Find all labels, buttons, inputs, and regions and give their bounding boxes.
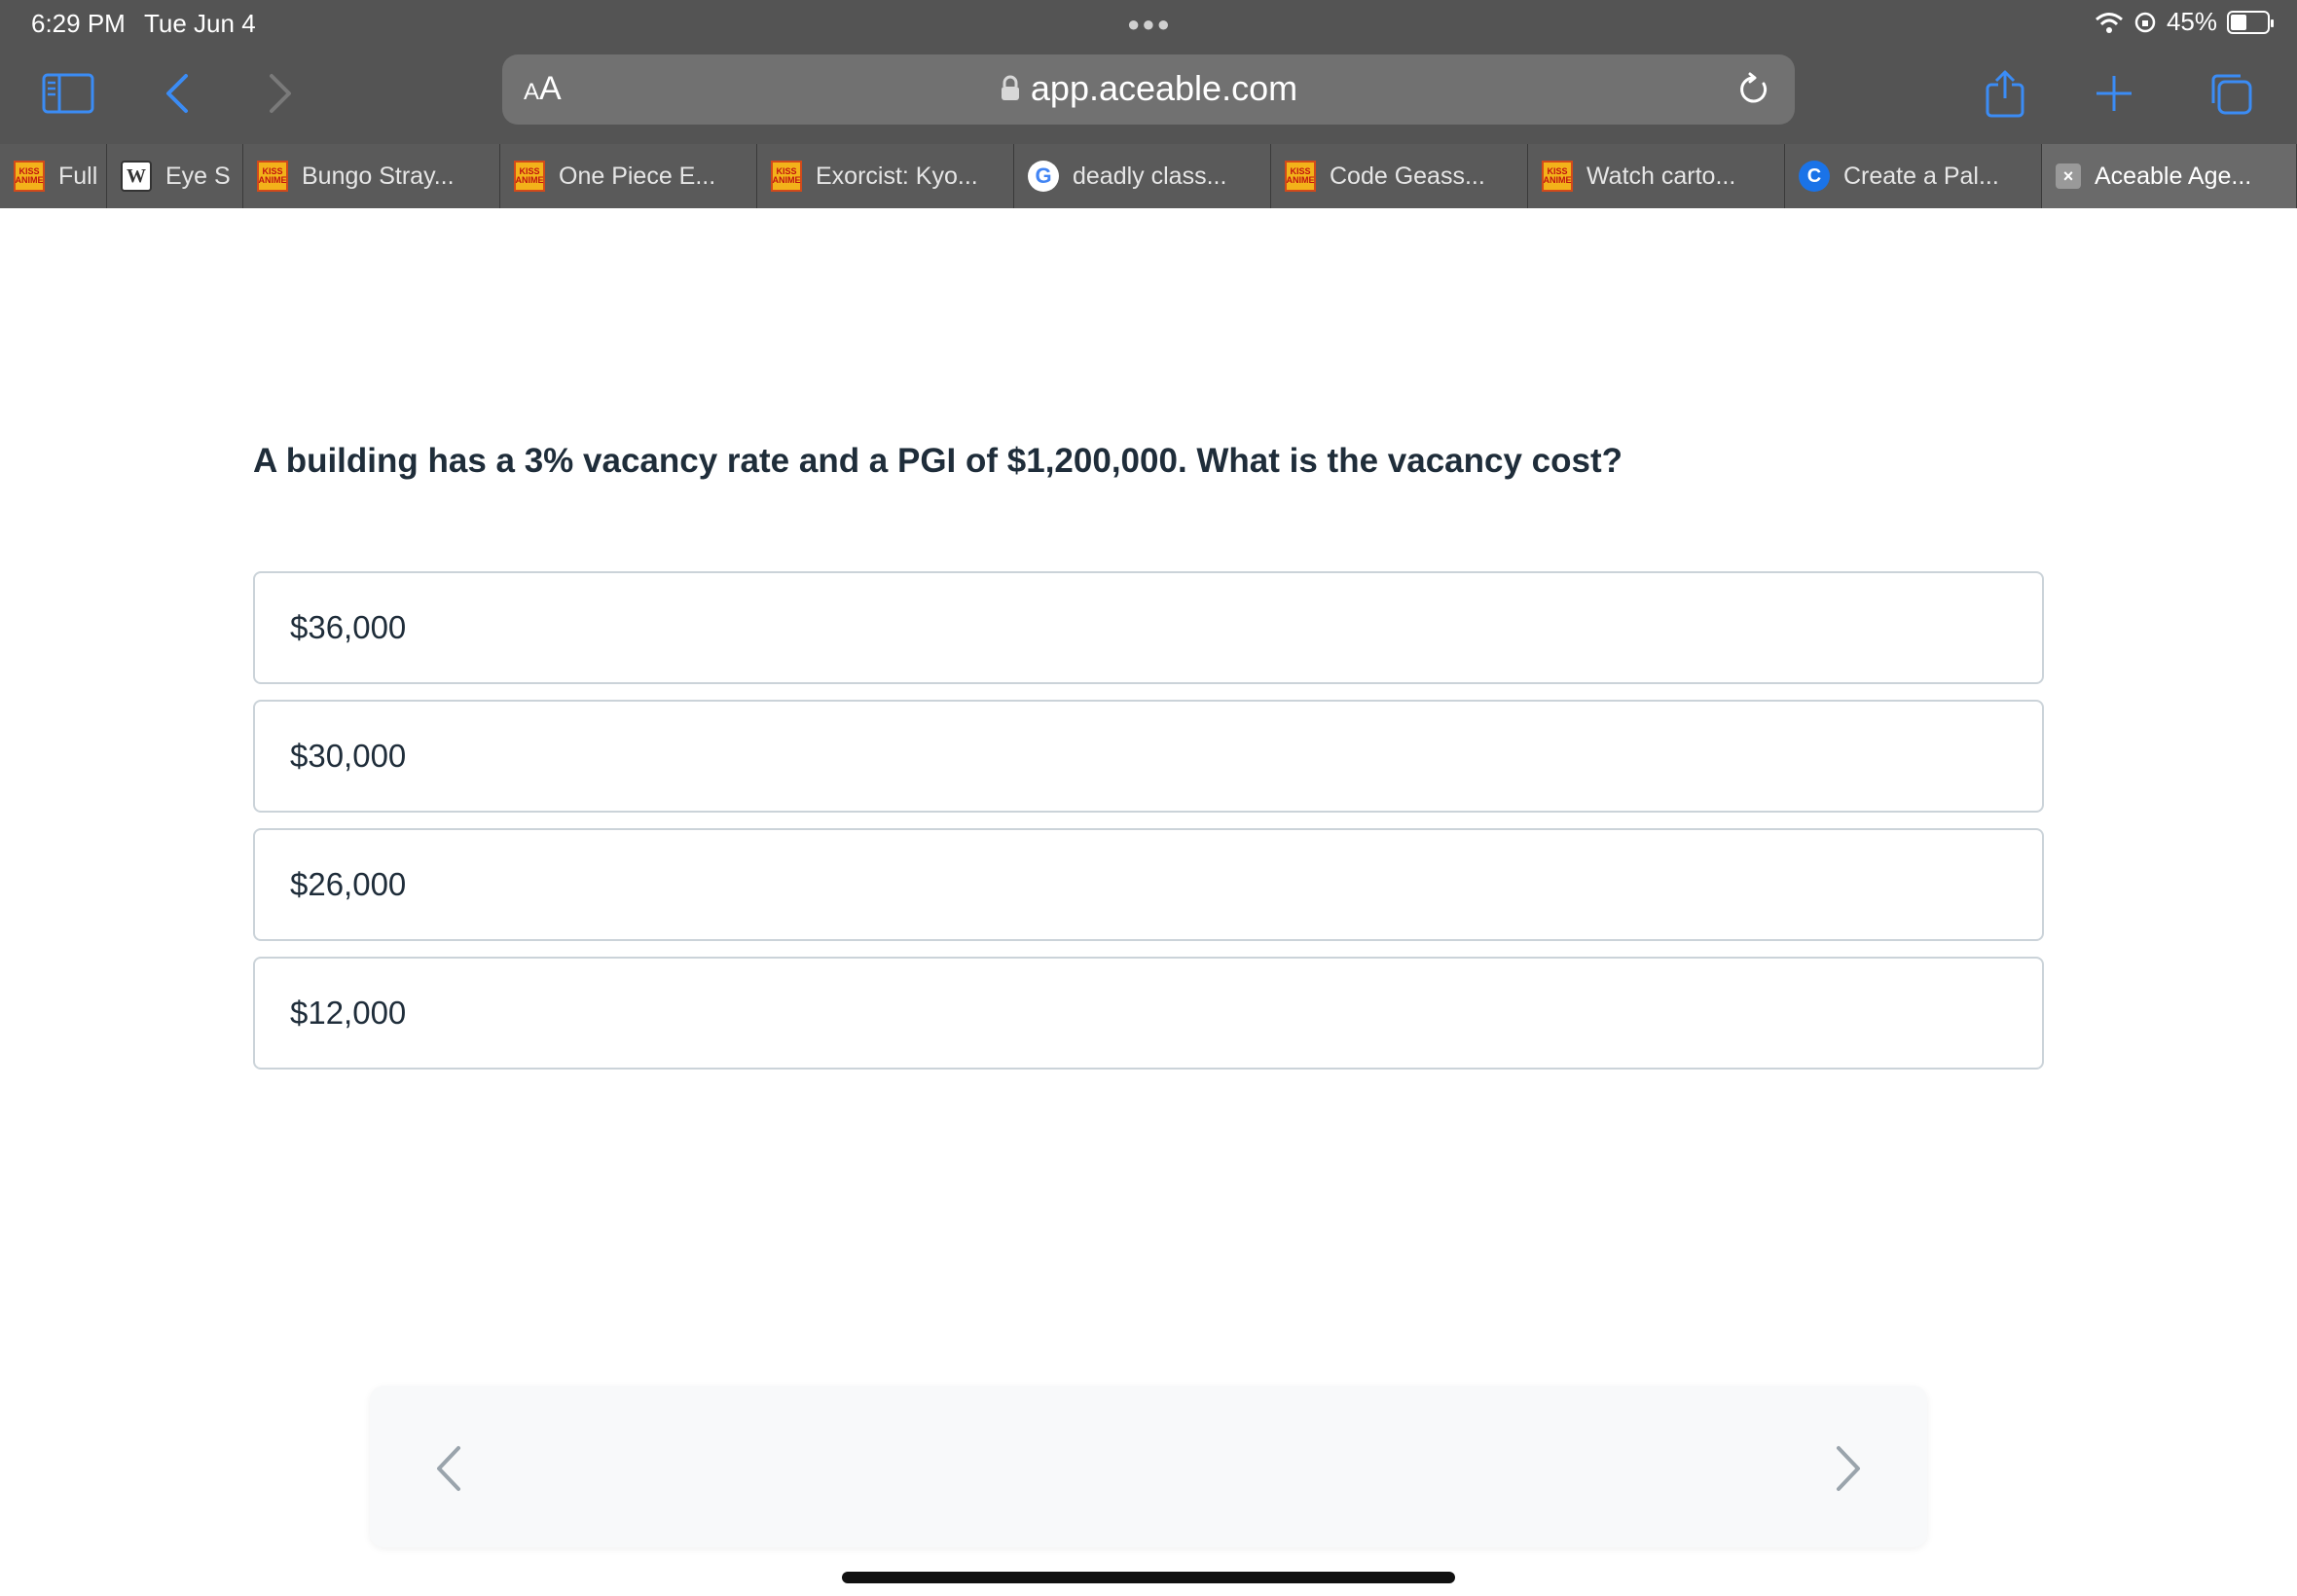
browser-chrome: 6:29 PM Tue Jun 4 ●●● 45% AA app.aceable… (0, 0, 2297, 208)
kissanime-icon: KISS ANIME (771, 161, 802, 192)
answer-option-3[interactable]: $26,000 (253, 828, 2044, 941)
tab-bungo[interactable]: KISS ANIME Bungo Stray... (243, 144, 500, 208)
sidebar-icon (42, 73, 94, 114)
lock-icon (1001, 75, 1019, 100)
url-display[interactable]: app.aceable.com (502, 68, 1795, 109)
back-button[interactable] (148, 64, 206, 123)
w-icon: W (121, 161, 152, 192)
answer-label: $30,000 (290, 738, 407, 774)
answer-label: $36,000 (290, 609, 407, 645)
tab-create-palette[interactable]: C Create a Pal... (1785, 144, 2042, 208)
question-navigation (370, 1386, 1927, 1547)
share-button[interactable] (1976, 64, 2034, 123)
chevron-right-icon (270, 74, 291, 113)
address-bar[interactable]: AA app.aceable.com (502, 54, 1795, 125)
tab-watch-cartoon[interactable]: KISS ANIME Watch carto... (1528, 144, 1785, 208)
multitasking-dots-icon[interactable]: ●●● (1127, 12, 1172, 37)
status-date: Tue Jun 4 (144, 9, 256, 38)
next-question-button[interactable] (1820, 1439, 1878, 1498)
tab-one-piece[interactable]: KISS ANIME One Piece E... (500, 144, 757, 208)
kissanime-icon: KISS ANIME (257, 161, 288, 192)
battery-percentage: 45% (2166, 7, 2217, 36)
answer-label: $26,000 (290, 866, 407, 902)
kissanime-icon: KISS ANIME (514, 161, 545, 192)
tab-deadly-class[interactable]: G deadly class... (1014, 144, 1271, 208)
tab-full[interactable]: KISS ANIME Full (0, 144, 107, 208)
tab-code-geass[interactable]: KISS ANIME Code Geass... (1271, 144, 1528, 208)
previous-question-button[interactable] (419, 1439, 477, 1498)
plus-icon (2096, 76, 2132, 111)
chevron-left-icon (166, 74, 188, 113)
reload-icon (1740, 72, 1768, 103)
status-time: 6:29 PM (31, 9, 126, 38)
tab-strip: KISS ANIME Full W Eye S KISS ANIME Bungo S… (0, 144, 2297, 208)
new-tab-button[interactable] (2085, 64, 2143, 123)
share-icon (1986, 70, 2024, 118)
kissanime-icon: KISS ANIME (1542, 161, 1573, 192)
google-icon: G (1028, 161, 1059, 192)
reload-button[interactable] (1731, 66, 1777, 113)
wifi-icon (2095, 12, 2123, 33)
forward-button[interactable] (251, 64, 310, 123)
answer-option-4[interactable]: $12,000 (253, 957, 2044, 1070)
orientation-lock-icon (2134, 12, 2156, 32)
status-indicators: 45% (2095, 7, 2274, 37)
kissanime-icon: KISS ANIME (1285, 161, 1316, 192)
kissanime-icon: KISS ANIME (14, 161, 45, 192)
tabs-icon (2211, 74, 2252, 115)
sidebar-toggle-button[interactable] (39, 64, 97, 123)
c-icon: C (1799, 161, 1830, 192)
page-content: A building has a 3% vacancy rate and a P… (0, 208, 2297, 1596)
quiz-question: A building has a 3% vacancy rate and a P… (253, 442, 1623, 480)
close-icon[interactable]: × (2056, 163, 2081, 189)
answer-option-1[interactable]: $36,000 (253, 571, 2044, 684)
chevron-left-icon (437, 1446, 460, 1491)
answer-label: $12,000 (290, 995, 407, 1031)
answer-option-2[interactable]: $30,000 (253, 700, 2044, 813)
browser-toolbar: AA app.aceable.com (0, 47, 2297, 144)
tab-exorcist[interactable]: KISS ANIME Exorcist: Kyo... (757, 144, 1014, 208)
tab-aceable[interactable]: × Aceable Age... (2042, 144, 2297, 208)
tab-eye[interactable]: W Eye S (107, 144, 243, 208)
home-indicator[interactable] (842, 1572, 1455, 1583)
chevron-right-icon (1837, 1446, 1860, 1491)
url-text: app.aceable.com (1030, 68, 1298, 108)
tab-overview-button[interactable] (2202, 64, 2260, 123)
battery-icon (2227, 10, 2274, 34)
status-bar: 6:29 PM Tue Jun 4 ●●● 45% (0, 0, 2297, 47)
